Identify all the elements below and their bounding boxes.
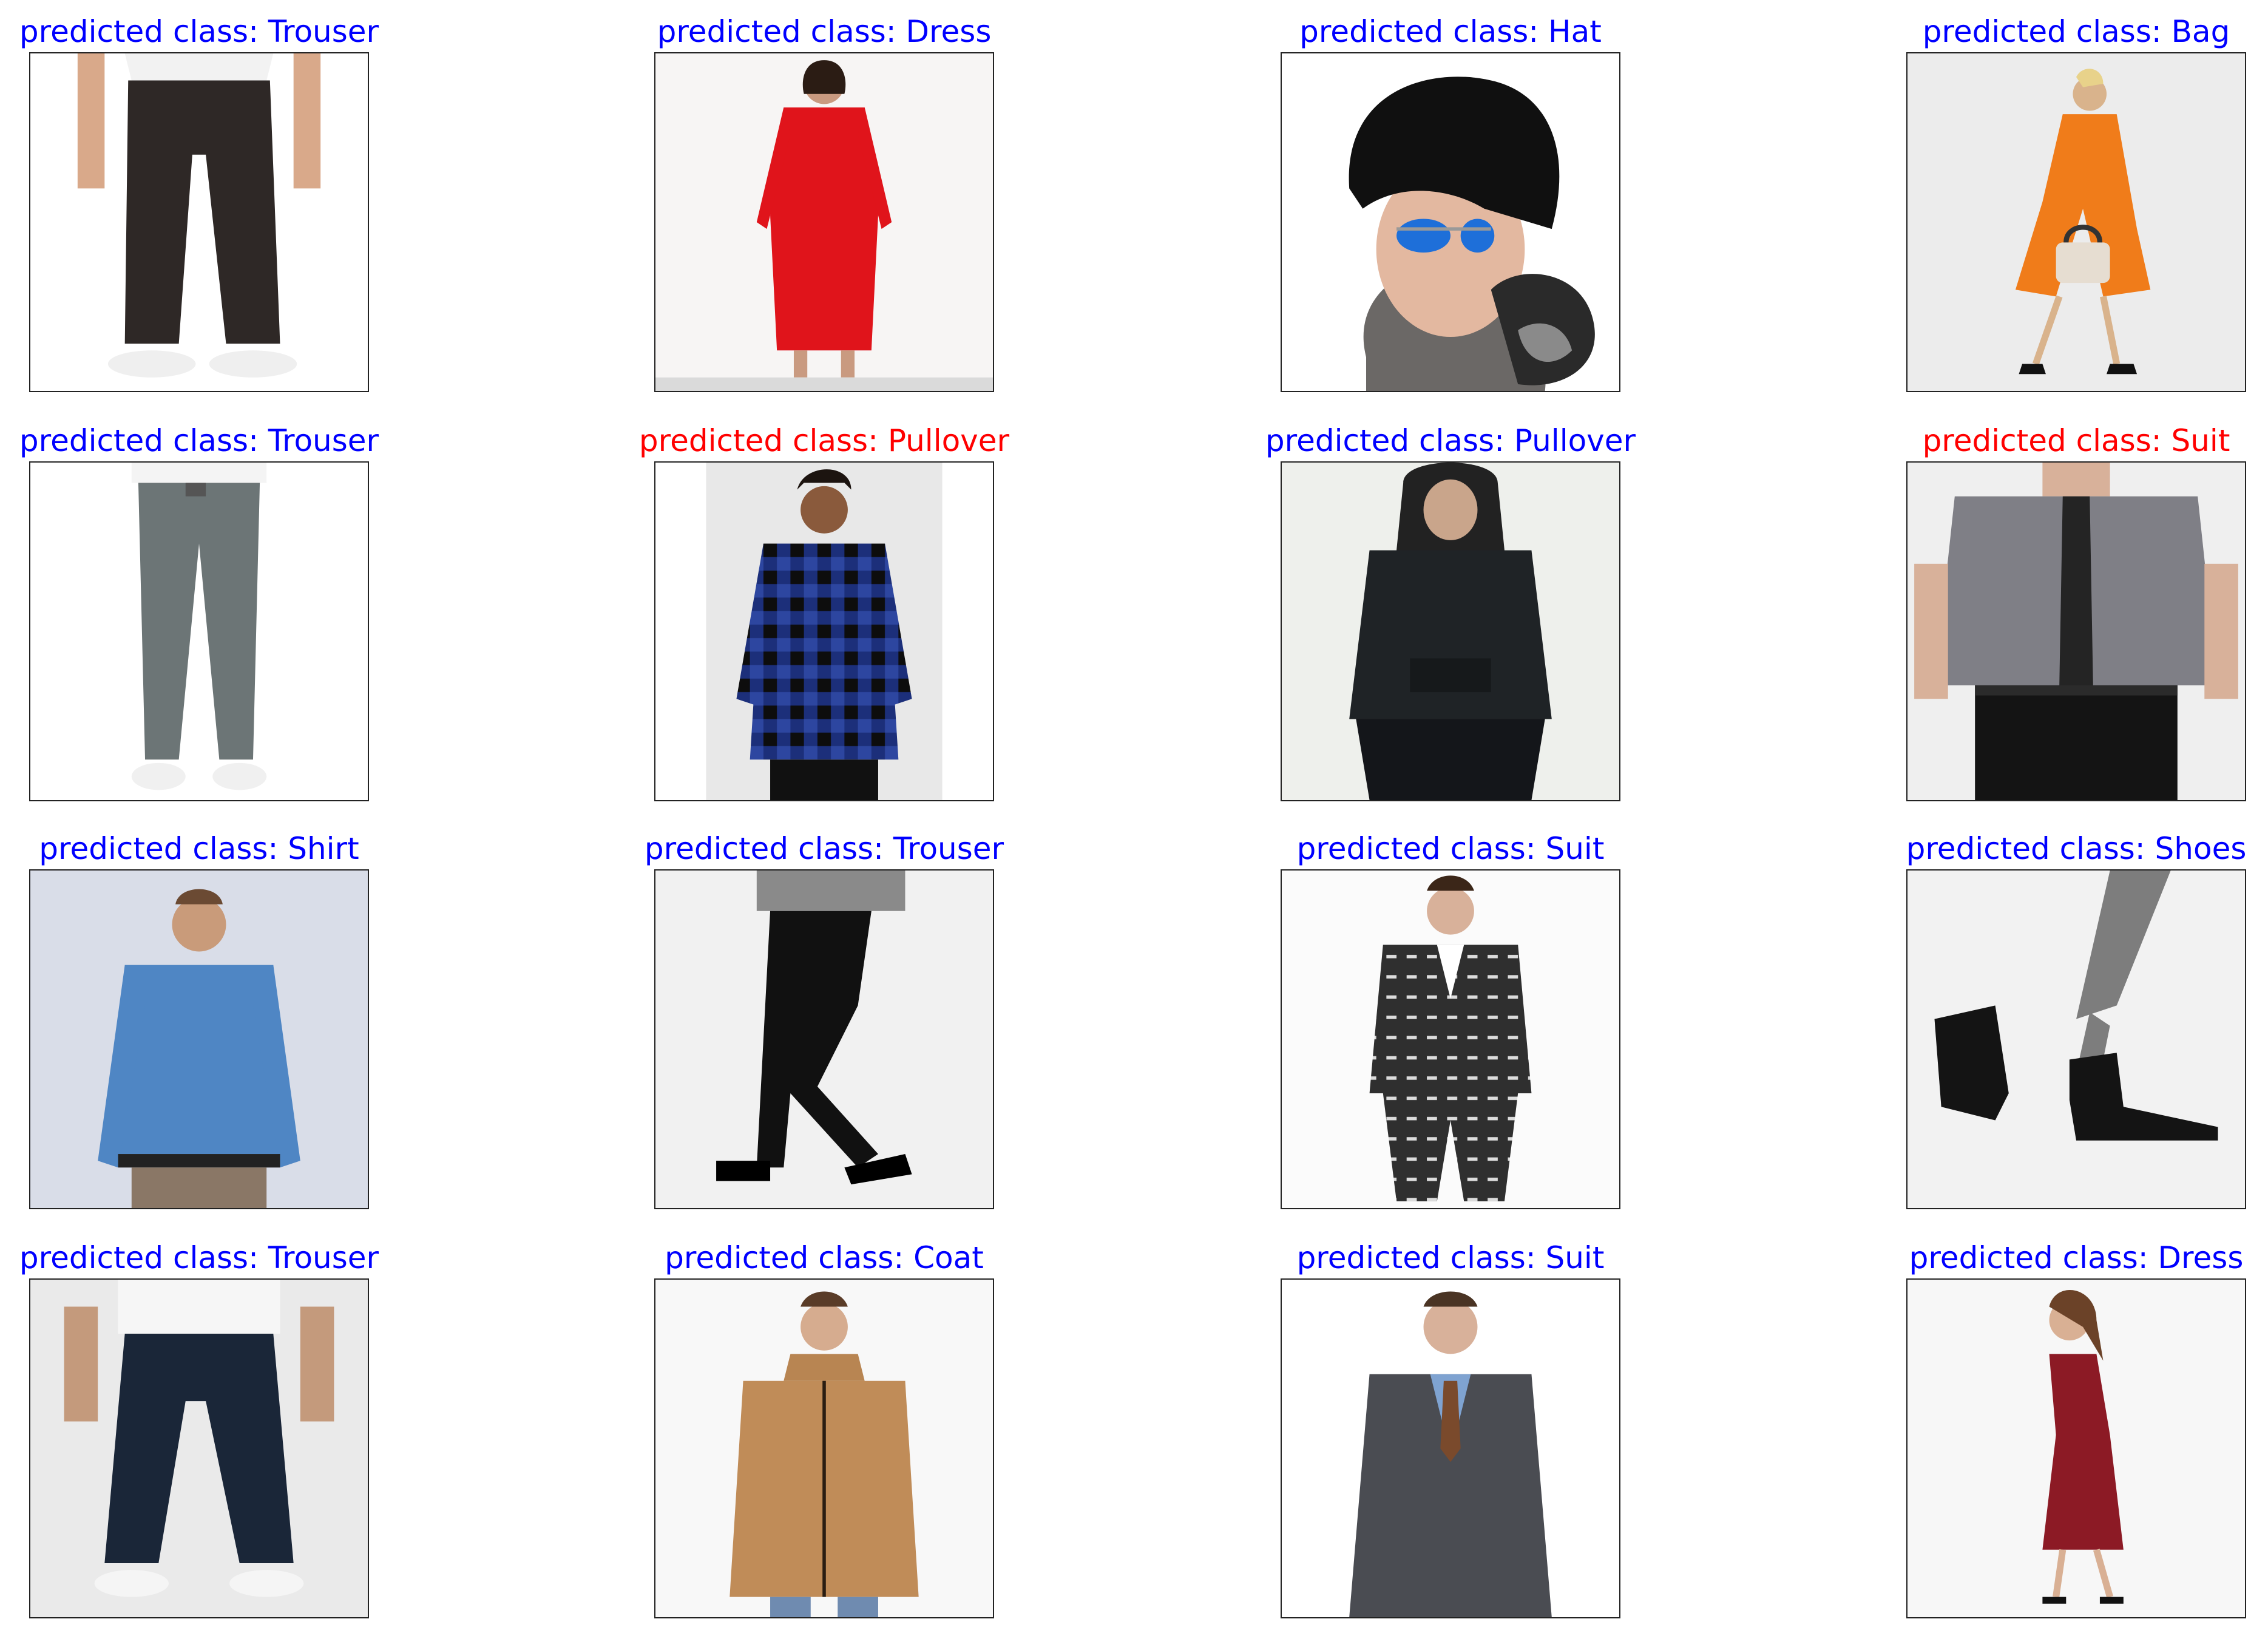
- photo-camel-coat: [655, 1280, 993, 1617]
- photo-grey-shirt-tie: [1907, 463, 2245, 800]
- product-photo: [654, 869, 994, 1209]
- prediction-label: predicted class: Dress: [657, 14, 992, 49]
- photo-grey-suit: [1282, 1280, 1619, 1617]
- prediction-label: predicted class: Trouser: [19, 1240, 379, 1275]
- photo-burgundy-dress: [1907, 1280, 2245, 1617]
- photo-trouser-white-shirt: [30, 53, 368, 391]
- photo-navy-chinos: [30, 1280, 368, 1617]
- product-photo: [1906, 52, 2246, 392]
- prediction-label: predicted class: Suit: [1922, 423, 2230, 458]
- photo-grey-trouser: [30, 463, 368, 800]
- photo-patterned-suit: [1282, 871, 1619, 1208]
- product-photo: [1281, 461, 1620, 801]
- prediction-label: predicted class: Coat: [665, 1240, 984, 1275]
- prediction-label: predicted class: Trouser: [644, 831, 1004, 866]
- photo-black-leggings: [655, 871, 993, 1208]
- prediction-label: predicted class: Hat: [1299, 14, 1602, 49]
- prediction-grid: predicted class: Trouser predicted class…: [0, 0, 2268, 1636]
- product-photo: [1906, 461, 2246, 801]
- product-photo: [654, 52, 994, 392]
- prediction-label: predicted class: Suit: [1296, 831, 1605, 866]
- photo-red-dress: [655, 53, 993, 391]
- prediction-label: predicted class: Suit: [1296, 1240, 1605, 1275]
- photo-plaid-shirt: [655, 463, 993, 800]
- prediction-label: predicted class: Trouser: [19, 14, 379, 49]
- photo-blue-shirt: [30, 871, 368, 1208]
- prediction-label: predicted class: Pullover: [1265, 423, 1636, 458]
- prediction-label: predicted class: Dress: [1909, 1240, 2244, 1275]
- product-photo: [1906, 869, 2246, 1209]
- product-photo: [29, 1278, 369, 1618]
- prediction-label: predicted class: Shoes: [1906, 831, 2247, 866]
- prediction-label: predicted class: Bag: [1922, 14, 2230, 49]
- product-photo: [29, 461, 369, 801]
- prediction-label: predicted class: Shirt: [39, 831, 359, 866]
- product-photo: [1281, 52, 1620, 392]
- product-photo: [29, 869, 369, 1209]
- product-photo: [29, 52, 369, 392]
- photo-orange-coat-bag: [1907, 53, 2245, 391]
- product-photo: [1281, 1278, 1620, 1618]
- product-photo: [654, 461, 994, 801]
- prediction-label: predicted class: Trouser: [19, 423, 379, 458]
- product-photo: [654, 1278, 994, 1618]
- product-photo: [1906, 1278, 2246, 1618]
- product-photo: [1281, 869, 1620, 1209]
- prediction-label: predicted class: Pullover: [638, 423, 1010, 458]
- photo-black-hoodie: [1282, 463, 1619, 800]
- photo-ankle-boots: [1907, 871, 2245, 1208]
- photo-black-beanie: [1282, 53, 1619, 391]
